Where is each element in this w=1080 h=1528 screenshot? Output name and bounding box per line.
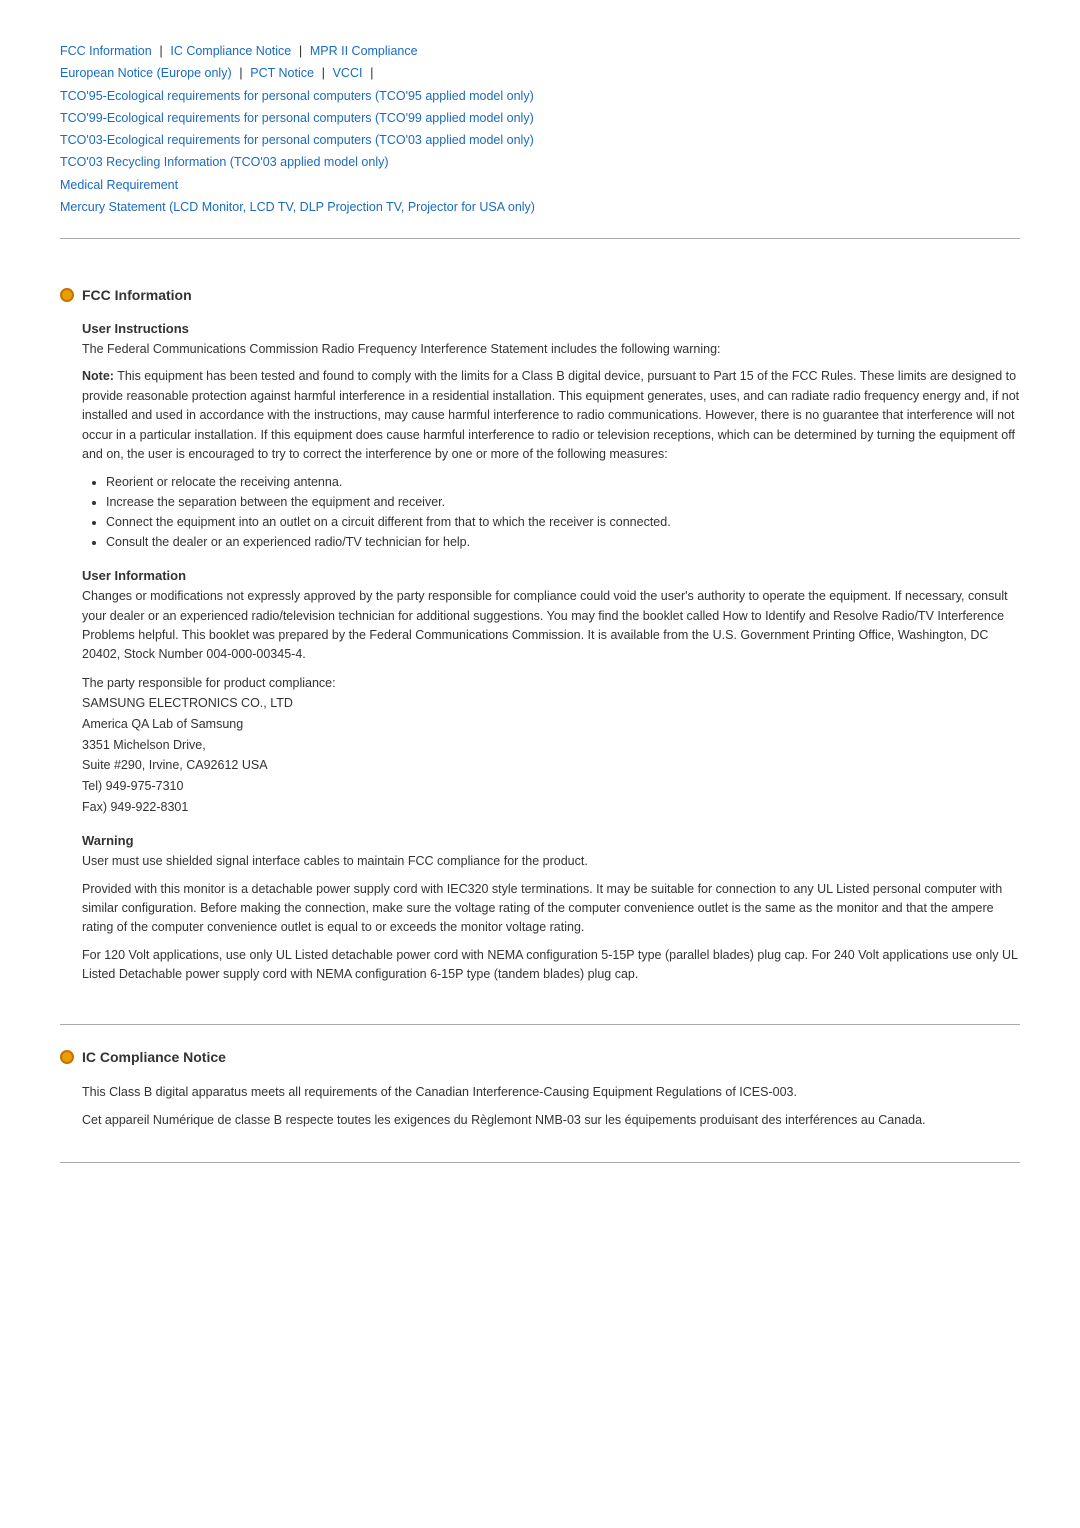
top-divider <box>60 238 1020 239</box>
fcc-section-title: FCC Information <box>82 287 192 303</box>
nav-link-mpr[interactable]: MPR II Compliance <box>310 44 418 58</box>
ic-section-header: IC Compliance Notice <box>60 1049 1020 1065</box>
note-text: This equipment has been tested and found… <box>82 369 1019 461</box>
user-information-para1: Changes or modifications not expressly a… <box>82 587 1020 665</box>
user-instructions-subsection: User Instructions The Federal Communicat… <box>82 321 1020 552</box>
nav-link-tco99[interactable]: TCO'99-Ecological requirements for perso… <box>60 111 534 125</box>
address-intro: The party responsible for product compli… <box>82 676 336 690</box>
user-information-title: User Information <box>82 568 1020 583</box>
nav-link-tco03rec[interactable]: TCO'03 Recycling Information (TCO'03 app… <box>60 155 389 169</box>
ic-dot-icon <box>60 1050 74 1064</box>
user-instructions-intro: The Federal Communications Commission Ra… <box>82 340 1020 359</box>
warning-para1: User must use shielded signal interface … <box>82 852 1020 871</box>
ic-para2: Cet appareil Numérique de classe B respe… <box>82 1111 1020 1130</box>
warning-subsection: Warning User must use shielded signal in… <box>82 833 1020 984</box>
ic-section-title: IC Compliance Notice <box>82 1049 226 1065</box>
nav-link-tco03[interactable]: TCO'03-Ecological requirements for perso… <box>60 133 534 147</box>
nav-sep-5: | <box>370 65 373 80</box>
nav-link-pct[interactable]: PCT Notice <box>250 66 314 80</box>
nav-link-fcc[interactable]: FCC Information <box>60 44 152 58</box>
nav-link-tco95[interactable]: TCO'95-Ecological requirements for perso… <box>60 89 534 103</box>
fcc-section-content: User Instructions The Federal Communicat… <box>60 321 1020 984</box>
user-instructions-note: Note: This equipment has been tested and… <box>82 367 1020 464</box>
warning-para2: Provided with this monitor is a detachab… <box>82 880 1020 938</box>
bullet-item: Consult the dealer or an experienced rad… <box>106 532 1020 552</box>
nav-link-euro[interactable]: European Notice (Europe only) <box>60 66 232 80</box>
nav-sep-4: | <box>322 65 325 80</box>
nav-links: FCC Information | IC Compliance Notice |… <box>60 40 1020 218</box>
fcc-section-header: FCC Information <box>60 287 1020 303</box>
address-line-2: America QA Lab of Samsung <box>82 717 243 731</box>
ic-section-content: This Class B digital apparatus meets all… <box>60 1083 1020 1130</box>
ic-para1: This Class B digital apparatus meets all… <box>82 1083 1020 1102</box>
bullet-item: Reorient or relocate the receiving anten… <box>106 472 1020 492</box>
nav-link-medical[interactable]: Medical Requirement <box>60 178 178 192</box>
bullet-item: Connect the equipment into an outlet on … <box>106 512 1020 532</box>
nav-sep-3: | <box>239 65 242 80</box>
address-line-3: 3351 Michelson Drive, <box>82 738 206 752</box>
nav-link-vcci[interactable]: VCCI <box>333 66 363 80</box>
warning-title: Warning <box>82 833 1020 848</box>
address-line-1: SAMSUNG ELECTRONICS CO., LTD <box>82 696 293 710</box>
fcc-section: FCC Information User Instructions The Fe… <box>60 263 1020 1025</box>
address-line-5: Tel) 949-975-7310 <box>82 779 183 793</box>
user-instructions-title: User Instructions <box>82 321 1020 336</box>
bullet-item: Increase the separation between the equi… <box>106 492 1020 512</box>
warning-para3: For 120 Volt applications, use only UL L… <box>82 946 1020 985</box>
nav-sep-1: | <box>159 43 162 58</box>
address-line-4: Suite #290, Irvine, CA92612 USA <box>82 758 268 772</box>
fcc-dot-icon <box>60 288 74 302</box>
address-block: The party responsible for product compli… <box>82 673 1020 817</box>
note-bold-label: Note: <box>82 369 114 383</box>
user-instructions-bullets: Reorient or relocate the receiving anten… <box>82 472 1020 552</box>
nav-link-mercury[interactable]: Mercury Statement (LCD Monitor, LCD TV, … <box>60 200 535 214</box>
user-information-subsection: User Information Changes or modification… <box>82 568 1020 817</box>
ic-section: IC Compliance Notice This Class B digita… <box>60 1025 1020 1163</box>
nav-sep-2: | <box>299 43 302 58</box>
address-line-6: Fax) 949-922-8301 <box>82 800 188 814</box>
nav-link-ic[interactable]: IC Compliance Notice <box>170 44 291 58</box>
